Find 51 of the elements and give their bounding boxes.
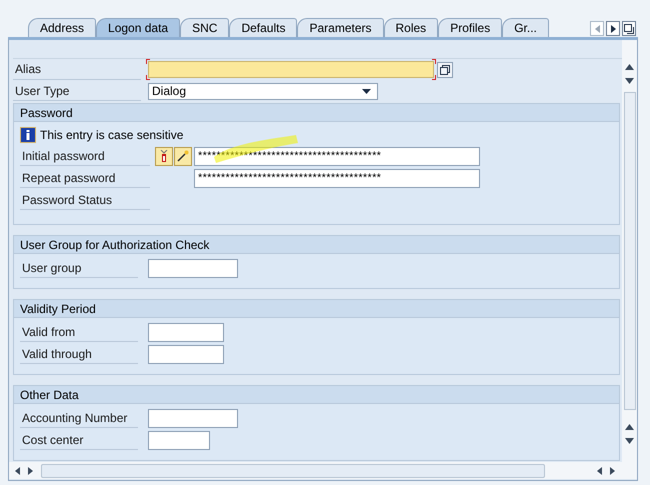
section-header: User Group for Authorization Check xyxy=(14,236,619,254)
field-label: Alias xyxy=(13,60,141,80)
dropdown-caret-icon xyxy=(362,88,371,94)
scroll-left-icon[interactable] xyxy=(597,466,602,474)
scroll-up-icon[interactable] xyxy=(625,64,634,70)
section-header: Password xyxy=(14,104,619,122)
multiple-selection-icon[interactable] xyxy=(437,62,453,78)
field-label: Repeat password xyxy=(20,168,150,188)
tab[interactable]: Profiles xyxy=(438,18,502,37)
info-message: This entry is case sensitive xyxy=(40,127,184,144)
magic-wand-icon[interactable] xyxy=(174,146,192,166)
field-label: Accounting Number xyxy=(20,408,138,428)
password-field[interactable]: **************************************** xyxy=(194,146,480,166)
scrollbar-thumb[interactable] xyxy=(624,92,636,410)
tab-list-icon[interactable] xyxy=(622,21,636,36)
tab[interactable]: SNC xyxy=(180,18,230,37)
field-label: Valid from xyxy=(20,322,138,342)
info-icon xyxy=(20,127,36,143)
flashlight-icon[interactable] xyxy=(155,146,173,166)
field-label: Password Status xyxy=(20,190,150,210)
tab[interactable]: Roles xyxy=(384,18,438,37)
input-field[interactable] xyxy=(148,430,210,450)
input-field[interactable] xyxy=(148,258,238,278)
field-label: Cost center xyxy=(20,430,138,450)
tab[interactable]: Defaults xyxy=(229,18,298,37)
scroll-up-icon[interactable] xyxy=(625,424,634,430)
dropdown-field[interactable]: Dialog xyxy=(148,82,378,100)
tab[interactable]: Gr... xyxy=(502,18,549,37)
scroll-right-icon[interactable] xyxy=(610,466,615,474)
scroll-right-icon[interactable] xyxy=(606,21,620,36)
tab[interactable]: Logon data xyxy=(96,18,180,37)
scrollbar-thumb[interactable] xyxy=(41,464,545,478)
password-field[interactable]: **************************************** xyxy=(194,168,480,188)
alias-field[interactable] xyxy=(148,61,434,78)
input-field[interactable] xyxy=(148,344,224,364)
scroll-down-icon[interactable] xyxy=(625,438,634,444)
section-header: Other Data xyxy=(14,386,619,404)
field-label: User Type xyxy=(13,81,141,101)
tab[interactable]: Address xyxy=(28,18,96,37)
input-field[interactable] xyxy=(148,322,224,342)
section-header: Validity Period xyxy=(14,300,619,318)
scroll-down-icon[interactable] xyxy=(625,78,634,84)
horizontal-scrollbar[interactable] xyxy=(9,462,637,479)
tab[interactable]: Parameters xyxy=(297,18,384,37)
field-label: Initial password xyxy=(20,146,150,166)
scroll-right-icon[interactable] xyxy=(28,466,33,474)
field-label: User group xyxy=(20,258,138,278)
field-label: Valid through xyxy=(20,344,138,364)
scroll-left-icon[interactable] xyxy=(15,466,20,474)
input-field[interactable] xyxy=(148,408,238,428)
vertical-scrollbar[interactable] xyxy=(622,40,637,462)
